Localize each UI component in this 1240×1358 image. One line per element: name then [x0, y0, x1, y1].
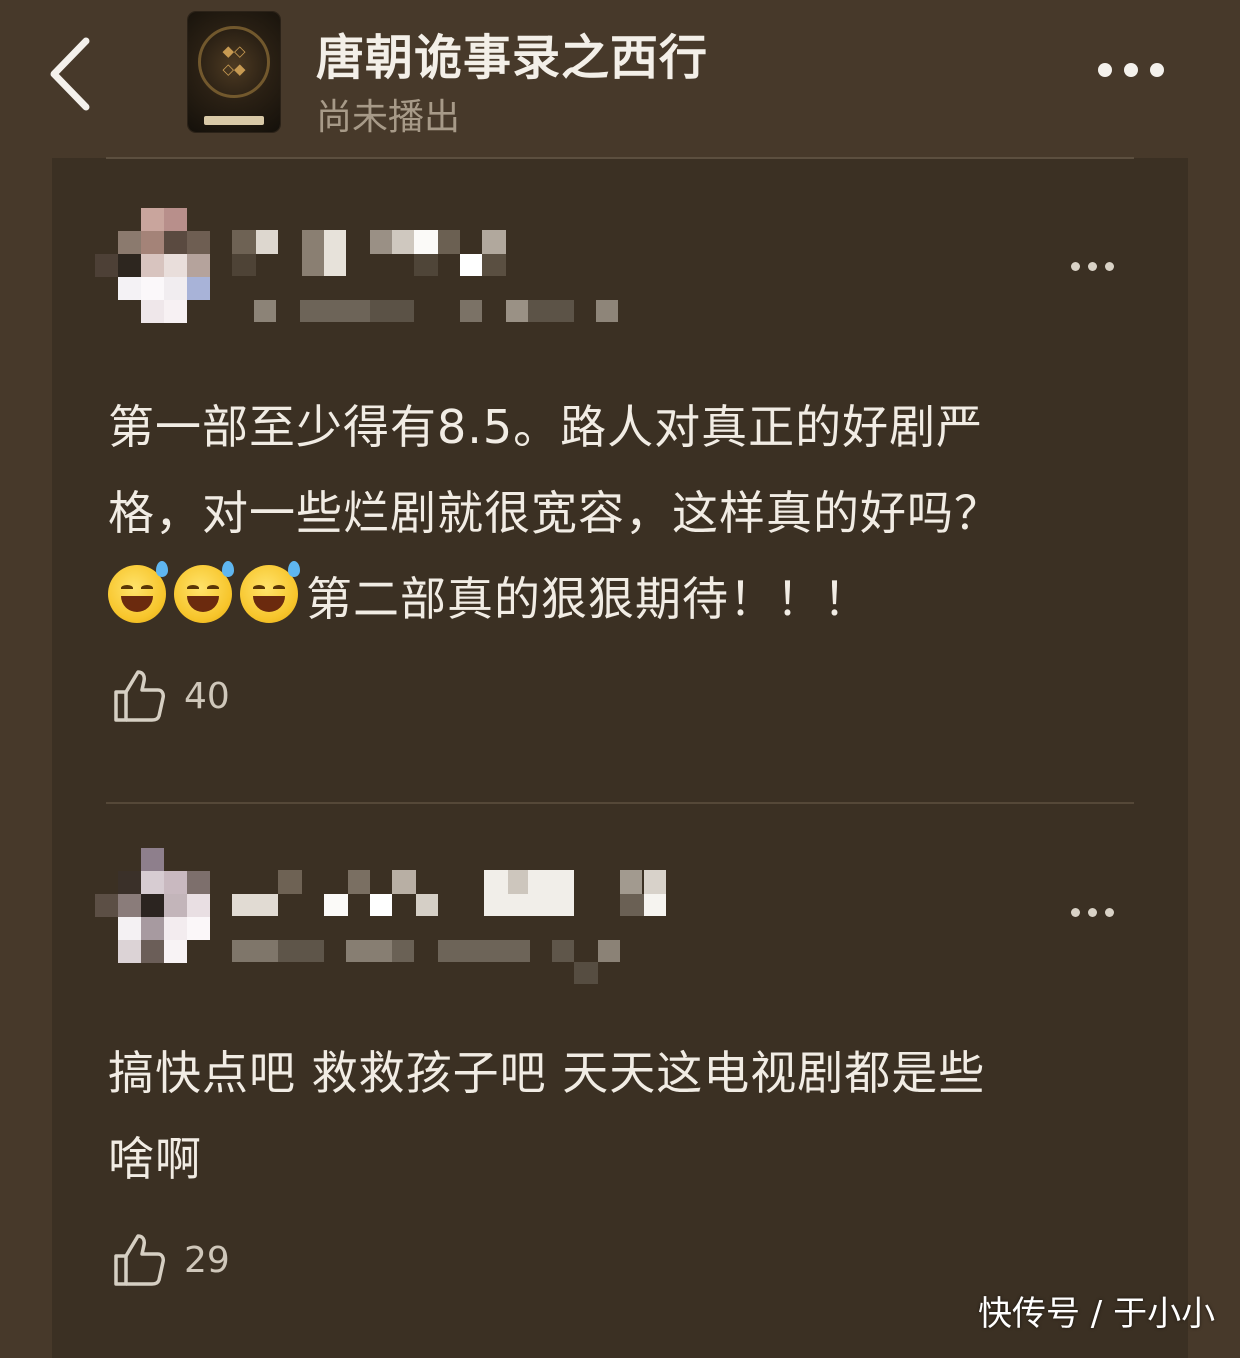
show-poster[interactable]: ◆◇ ◇◆ [188, 12, 280, 132]
back-button[interactable] [40, 34, 100, 114]
show-status: 尚未播出 [316, 97, 461, 138]
comment-2-meta [232, 940, 632, 986]
chevron-left-icon [50, 37, 90, 111]
comment-1-like-count: 40 [184, 675, 230, 717]
comment-1-more-button[interactable] [1062, 251, 1122, 281]
comment-1-line-3-text: 第二部真的狠狠期待！！！ [306, 572, 870, 626]
comment-1-line-3: 第二部真的狠狠期待！！！ [108, 556, 1108, 642]
comment-divider [106, 802, 1134, 804]
grinning-sweat-emoji [174, 561, 234, 623]
comment-2-text: 搞快点吧 救救孩子吧 天天这电视剧都是些 啥啊 [108, 1030, 1108, 1202]
more-horizontal-icon [1098, 63, 1164, 77]
comment-1-username[interactable] [232, 230, 512, 280]
app-header: ◆◇ ◇◆ 唐朝诡事录之西行 尚未播出 [0, 0, 1240, 158]
comment-1-like-button[interactable]: 40 [112, 668, 230, 724]
header-divider [106, 157, 1134, 159]
comment-2-like-count: 29 [184, 1239, 230, 1281]
more-options-button[interactable] [1086, 50, 1176, 90]
show-title: 唐朝诡事录之西行 [316, 30, 709, 86]
comment-2-avatar[interactable] [95, 848, 211, 964]
more-horizontal-icon [1070, 907, 1114, 917]
comment-2-username[interactable] [232, 870, 672, 920]
comment-1-meta [254, 300, 624, 324]
watermark: 快传号 / 于小小 [978, 1294, 1216, 1334]
grinning-sweat-emoji [240, 561, 300, 623]
comment-1-line-1: 第一部至少得有8.5。路人对真正的好剧严 [108, 400, 984, 454]
thumbs-up-icon [114, 1234, 165, 1286]
more-horizontal-icon [1070, 261, 1114, 271]
comment-1-avatar[interactable] [95, 208, 211, 324]
comment-2-like-button[interactable]: 29 [112, 1232, 230, 1288]
comment-1-line-2: 格，对一些烂剧就很宽容，这样真的好吗？ [108, 486, 1001, 540]
comment-2-more-button[interactable] [1062, 897, 1122, 927]
comment-2-line-1: 搞快点吧 救救孩子吧 天天这电视剧都是些 [108, 1046, 986, 1100]
comment-1-text: 第一部至少得有8.5。路人对真正的好剧严 格，对一些烂剧就很宽容，这样真的好吗？… [108, 384, 1108, 642]
grinning-sweat-emoji [108, 561, 168, 623]
thumbs-up-icon [114, 670, 165, 722]
comment-2-line-2: 啥啊 [108, 1132, 202, 1186]
